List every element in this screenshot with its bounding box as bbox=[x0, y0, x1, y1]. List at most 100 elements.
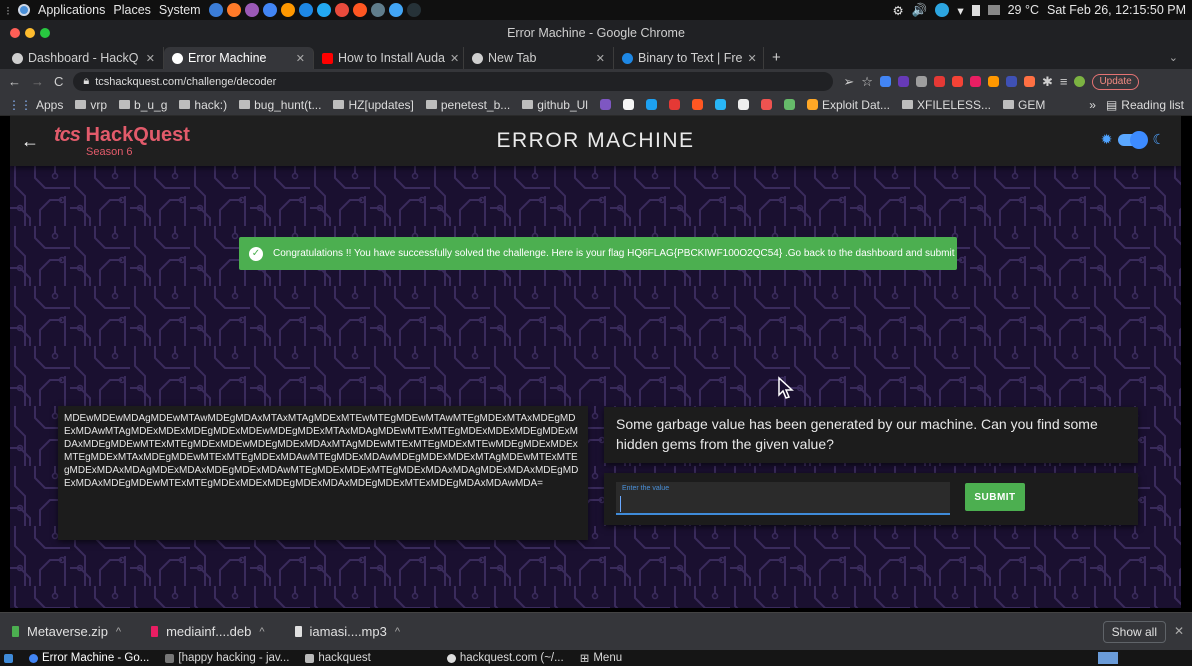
distro-logo-icon[interactable] bbox=[17, 4, 30, 16]
browser-launcher-icon[interactable] bbox=[334, 3, 349, 17]
download-filename: iamasi....mp3 bbox=[309, 624, 387, 639]
close-tab-icon[interactable]: ✕ bbox=[146, 52, 155, 65]
telegram-tray-icon[interactable] bbox=[935, 3, 950, 17]
extension-icon[interactable] bbox=[951, 76, 963, 87]
taskbar-item-hackquest[interactable]: hackquest.com (~/... bbox=[446, 652, 564, 664]
extension-icon[interactable] bbox=[1005, 76, 1017, 87]
wifi-tray-icon[interactable]: ▾ bbox=[957, 3, 963, 18]
reload-icon[interactable]: C bbox=[54, 74, 63, 89]
close-tab-icon[interactable]: ✕ bbox=[450, 52, 459, 65]
chevron-up-icon[interactable]: ^ bbox=[116, 626, 121, 638]
extension-icon[interactable] bbox=[879, 76, 891, 87]
volume-tray-icon[interactable]: 🔊 bbox=[912, 3, 928, 18]
theme-toggle[interactable]: ✹ ☾ bbox=[1101, 130, 1165, 149]
show-all-downloads-button[interactable]: Show all bbox=[1102, 621, 1166, 643]
answer-input[interactable] bbox=[620, 496, 946, 512]
maximize-window-button[interactable] bbox=[40, 28, 50, 38]
taskbar-item-chrome[interactable]: Error Machine - Go... bbox=[29, 652, 149, 664]
extensions-puzzle-icon[interactable]: ✱ bbox=[1042, 74, 1053, 90]
menu-system[interactable]: System bbox=[159, 3, 201, 17]
bookmark-favicon-icon[interactable] bbox=[599, 99, 611, 110]
chevron-up-icon[interactable]: ^ bbox=[259, 626, 264, 638]
clock[interactable]: Sat Feb 26, 12:15:50 PM bbox=[1047, 3, 1186, 17]
bookmark-folder[interactable]: bug_hunt(t... bbox=[239, 98, 321, 112]
taskbar-item-terminal[interactable]: [happy hacking - jav... bbox=[165, 652, 289, 664]
playlist-icon[interactable]: ≡ bbox=[1060, 74, 1068, 89]
bookmark-folder[interactable]: HZ[updates] bbox=[333, 98, 414, 112]
send-icon[interactable]: ➢ bbox=[843, 74, 854, 90]
download-item[interactable]: iamasi....mp3 ^ bbox=[294, 624, 400, 639]
tab-install-audacity[interactable]: How to Install Auda ✕ bbox=[314, 47, 464, 69]
bookmark-folder[interactable]: hack:) bbox=[179, 98, 227, 112]
address-bar[interactable]: 🔒︎ tcshackquest.com/challenge/decoder bbox=[73, 72, 834, 91]
close-tab-icon[interactable]: ✕ bbox=[296, 52, 305, 65]
bookmark-favicon-icon[interactable] bbox=[691, 99, 703, 110]
bookmark-favicon-icon[interactable] bbox=[622, 99, 634, 110]
taskbar-menu[interactable]: ⊞ Menu bbox=[580, 651, 622, 665]
tor-launcher-icon[interactable] bbox=[244, 3, 259, 17]
extension-icon[interactable] bbox=[933, 76, 945, 87]
submit-button[interactable]: SUBMIT bbox=[965, 483, 1025, 511]
forward-icon[interactable]: → bbox=[31, 74, 44, 89]
bookmark-folder[interactable]: penetest_b... bbox=[425, 98, 510, 112]
taskbar-item-files[interactable]: hackquest bbox=[305, 652, 371, 664]
chevron-up-icon[interactable]: ^ bbox=[395, 626, 400, 638]
theme-switch[interactable] bbox=[1118, 130, 1149, 149]
update-button[interactable]: Update bbox=[1092, 73, 1139, 90]
bookmark-star-icon[interactable]: ☆ bbox=[861, 74, 873, 90]
bookmark-exploit-db[interactable]: Exploit Dat... bbox=[806, 98, 890, 112]
terminal-launcher-icon[interactable] bbox=[208, 3, 223, 17]
tab-new-tab[interactable]: New Tab ✕ bbox=[464, 47, 614, 69]
chrome-launcher-icon[interactable] bbox=[262, 3, 277, 17]
s-launcher-icon[interactable] bbox=[352, 3, 367, 17]
bookmark-folder[interactable]: vrp bbox=[75, 98, 107, 112]
tab-search-icon[interactable]: ⌄ bbox=[1169, 47, 1192, 69]
extension-icon[interactable] bbox=[987, 76, 999, 87]
battery-tray-icon[interactable] bbox=[971, 4, 980, 16]
wireshark-launcher-icon[interactable] bbox=[298, 3, 313, 17]
extension-icon[interactable] bbox=[1023, 76, 1035, 87]
tab-binary-to-text[interactable]: Binary to Text | Fre ✕ bbox=[614, 47, 764, 69]
settings-tray-icon[interactable]: ⚙ bbox=[893, 3, 904, 18]
menu-applications[interactable]: Applications bbox=[38, 3, 105, 17]
tab-dashboard[interactable]: Dashboard - HackQ ✕ bbox=[4, 47, 164, 69]
screen-launcher-icon[interactable] bbox=[406, 3, 421, 17]
vscode-launcher-icon[interactable] bbox=[316, 3, 331, 17]
bookmark-folder[interactable]: GEM bbox=[1003, 98, 1045, 112]
bookmark-folder[interactable]: b_u_g bbox=[119, 98, 167, 112]
download-item[interactable]: Metaverse.zip ^ bbox=[12, 624, 121, 639]
bookmark-favicon-icon[interactable] bbox=[783, 99, 795, 110]
answer-field[interactable]: Enter the value bbox=[616, 482, 950, 515]
bookmark-favicon-icon[interactable] bbox=[645, 99, 657, 110]
close-download-shelf-icon[interactable]: ✕ bbox=[1174, 624, 1184, 638]
close-tab-icon[interactable]: ✕ bbox=[747, 52, 756, 65]
tray-chrome-icon[interactable] bbox=[1098, 652, 1118, 664]
bookmark-favicon-icon[interactable] bbox=[714, 99, 726, 110]
close-tab-icon[interactable]: ✕ bbox=[596, 52, 605, 65]
bookmark-apps[interactable]: ⋮⋮ Apps bbox=[8, 98, 63, 112]
close-window-button[interactable] bbox=[10, 28, 20, 38]
files-launcher-icon[interactable] bbox=[388, 3, 403, 17]
minimize-window-button[interactable] bbox=[25, 28, 35, 38]
bookmark-favicon-icon[interactable] bbox=[668, 99, 680, 110]
bookmark-favicon-icon[interactable] bbox=[737, 99, 749, 110]
profile-avatar-icon[interactable] bbox=[1074, 76, 1086, 87]
metasploit-launcher-icon[interactable] bbox=[370, 3, 385, 17]
show-desktop-icon[interactable] bbox=[4, 653, 13, 663]
extension-icon[interactable] bbox=[969, 76, 981, 87]
burp-launcher-icon[interactable] bbox=[280, 3, 295, 17]
bookmark-favicon-icon[interactable] bbox=[760, 99, 772, 110]
download-item[interactable]: mediainf....deb ^ bbox=[151, 624, 265, 639]
back-icon[interactable]: ← bbox=[8, 74, 21, 89]
bookmark-folder[interactable]: XFILELESS... bbox=[901, 98, 991, 112]
tab-error-machine[interactable]: Error Machine ✕ bbox=[164, 47, 314, 69]
page-title: ERROR MACHINE bbox=[496, 129, 695, 152]
reading-list-button[interactable]: ▤ Reading list bbox=[1106, 98, 1184, 112]
extension-icon[interactable] bbox=[915, 76, 927, 87]
bookmark-folder[interactable]: github_Ul bbox=[522, 98, 588, 112]
menu-places[interactable]: Places bbox=[113, 3, 151, 17]
extension-icon[interactable] bbox=[897, 76, 909, 87]
bookmarks-overflow-button[interactable]: » bbox=[1089, 98, 1096, 112]
new-tab-button[interactable]: + bbox=[764, 47, 789, 69]
firefox-launcher-icon[interactable] bbox=[226, 3, 241, 17]
